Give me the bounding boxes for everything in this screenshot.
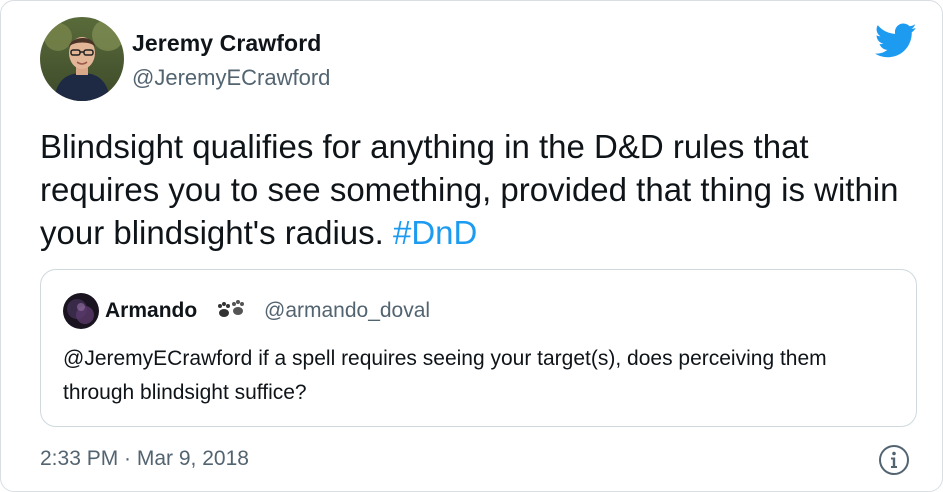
author-avatar[interactable] bbox=[40, 17, 124, 101]
tweet-text: Blindsight qualifies for anything in the… bbox=[40, 125, 910, 254]
author-handle[interactable]: @JeremyECrawford bbox=[132, 65, 330, 91]
paw-prints-icon bbox=[217, 298, 247, 322]
author-name[interactable]: Jeremy Crawford bbox=[132, 30, 321, 57]
tweet-timestamp[interactable]: 2:33 PM · Mar 9, 2018 bbox=[40, 447, 249, 471]
quoted-tweet-text: @JeremyECrawford if a spell requires see… bbox=[63, 347, 827, 404]
quoted-tweet[interactable]: Armando @armando_doval @JeremyECrawford … bbox=[40, 269, 917, 427]
twitter-bird-icon[interactable] bbox=[874, 23, 917, 59]
hashtag-link[interactable]: #DnD bbox=[393, 214, 477, 251]
quoted-author-handle[interactable]: @armando_doval bbox=[264, 299, 430, 323]
tweet-card: Jeremy Crawford @JeremyECrawford Blindsi… bbox=[0, 0, 943, 492]
info-icon[interactable] bbox=[877, 443, 911, 477]
quoted-author-avatar[interactable] bbox=[63, 293, 99, 329]
quoted-author-name[interactable]: Armando bbox=[105, 299, 197, 323]
